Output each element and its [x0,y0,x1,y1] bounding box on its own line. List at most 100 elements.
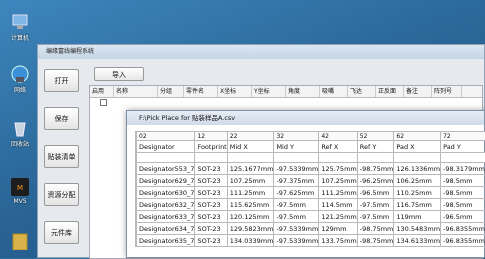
table-cell[interactable]: Designator635_7 [137,235,195,247]
table-cell[interactable]: 115.625mm [227,199,274,211]
table-cell[interactable]: 120.125mm [227,211,274,223]
table-cell[interactable]: -97.5339mm [274,223,319,235]
save-button[interactable]: 保存 [44,107,79,130]
table-cell[interactable]: -96.8355mm [441,223,485,235]
table-cell[interactable]: -97.5mm [357,211,394,223]
table-cell[interactable]: -98.5mm [441,199,485,211]
table-cell[interactable]: 119mm [394,211,441,223]
csv-window-title: F:\Pick Place for 贴装样品A.csv [127,111,484,125]
table-cell[interactable]: -96.5mm [441,211,485,223]
table-row[interactable]: Designator632_7SOT-23115.625mm-97.5mm114… [136,199,485,211]
table-cell[interactable]: SOT-23 [195,211,227,223]
table-cell[interactable]: SOT-23 [195,199,227,211]
header-cell[interactable]: 备注 [404,86,432,97]
header-cell[interactable]: 吸嘴 [320,86,348,97]
table-cell[interactable]: 129.5823mm [227,223,274,235]
table-cell[interactable]: -98.75mm [357,235,394,247]
header-cell[interactable]: Mid X [227,141,274,153]
header-cell[interactable]: X坐标 [218,86,252,97]
header-cell[interactable]: Footprint [195,141,227,153]
table-cell[interactable]: 134.0339mm [227,235,274,247]
desktop-icon-recycle-bin[interactable]: 回收站 [3,118,37,148]
table-cell[interactable]: 126.1336mm [394,163,441,175]
table-cell[interactable]: 130.5483mm [394,223,441,235]
header-cell[interactable]: 正反面 [376,86,404,97]
table-cell[interactable]: 110.25mm [394,187,441,199]
placement-grid-row[interactable] [90,98,482,108]
header-cell[interactable]: 启用 [90,86,114,97]
header-cell[interactable]: 飞达 [348,86,376,97]
header-cell[interactable]: Ref X [319,141,357,153]
table-row[interactable]: Designator634_7SOT-23129.5823mm-97.5339m… [136,223,485,235]
csv-grid[interactable]: 02 12 22 32 42 52 62 72 Designator Footp… [135,131,485,259]
placement-list-button[interactable]: 贴装清单 [44,145,79,168]
header-cell[interactable]: 分组 [158,86,184,97]
table-cell[interactable]: 111.25mm [319,187,357,199]
col-number: 22 [227,132,274,141]
table-cell[interactable]: Designator632_7 [137,199,195,211]
header-cell[interactable]: Pad X [394,141,441,153]
table-row[interactable]: Designator629_7SOT-23107.25mm-97.375mm10… [136,175,485,187]
table-cell[interactable]: SOT-23 [195,235,227,247]
table-cell[interactable]: -98.3179mm [441,163,485,175]
table-cell[interactable]: 107.25mm [319,175,357,187]
header-cell[interactable]: 零件名 [184,86,218,97]
table-cell[interactable]: SOT-23 [195,163,227,175]
table-row[interactable]: Designator630_7SOT-23111.25mm-97.625mm11… [136,187,485,199]
desktop-icon-computer[interactable]: 计算机 [3,12,37,42]
import-button[interactable]: 导入 [94,67,144,81]
table-cell[interactable]: Designator630_7 [137,187,195,199]
table-cell[interactable]: SOT-23 [195,187,227,199]
table-cell[interactable]: -97.625mm [274,187,319,199]
table-cell[interactable]: -97.375mm [274,175,319,187]
table-cell[interactable]: -97.5mm [274,199,319,211]
header-cell[interactable]: 名称 [114,86,158,97]
header-cell[interactable]: Y坐标 [252,86,286,97]
table-cell[interactable]: 129mm [319,223,357,235]
desktop-icon-folder[interactable] [3,230,37,251]
table-cell[interactable]: 116.75mm [394,199,441,211]
table-cell[interactable]: -97.5339mm [274,235,319,247]
header-cell[interactable]: 阵列号 [432,86,462,97]
table-cell[interactable]: 125.75mm [319,163,357,175]
table-cell[interactable]: 134.6133mm [394,235,441,247]
table-cell[interactable]: 133.75mm [319,235,357,247]
table-cell[interactable]: SOT-23 [195,175,227,187]
header-cell[interactable]: Ref Y [357,141,394,153]
table-row[interactable]: Designator553_7SOT-23125.1677mm-97.5339m… [136,163,485,175]
table-cell[interactable]: 111.25mm [227,187,274,199]
desktop-icon-network[interactable]: 网络 [3,64,37,94]
table-cell[interactable]: -96.5mm [357,187,394,199]
table-cell[interactable]: Designator634_7 [137,223,195,235]
resource-allocation-button[interactable]: 资源分配 [44,183,79,206]
table-cell[interactable]: 121.25mm [319,211,357,223]
table-cell[interactable]: Designator553_7 [137,163,195,175]
table-cell[interactable]: 107.25mm [227,175,274,187]
table-cell[interactable]: 125.1677mm [227,163,274,175]
table-cell[interactable]: -98.5mm [441,187,485,199]
table-cell[interactable]: Designator633_7 [137,211,195,223]
header-cell[interactable]: Designator [137,141,195,153]
table-cell[interactable]: 114.5mm [319,199,357,211]
table-row[interactable]: Designator635_7SOT-23134.0339mm-97.5339m… [136,235,485,247]
desktop-icon-mvs[interactable]: M MVS [3,177,37,205]
component-library-button[interactable]: 元件库 [44,221,79,244]
table-cell[interactable]: -96.8355mm [441,235,485,247]
table-cell[interactable]: 106.25mm [394,175,441,187]
header-cell[interactable]: Mid Y [274,141,319,153]
table-cell[interactable]: -98.5mm [441,175,485,187]
table-cell[interactable]: -97.5mm [274,211,319,223]
header-cell[interactable]: Pad Y [441,141,485,153]
table-cell[interactable]: -97.5mm [357,199,394,211]
table-cell[interactable]: -97.5339mm [274,163,319,175]
open-button[interactable]: 打开 [44,69,79,92]
table-cell[interactable]: -96.25mm [357,175,394,187]
table-cell[interactable]: -98.75mm [357,223,394,235]
table-cell[interactable]: -98.75mm [357,163,394,175]
csv-selected-row[interactable] [136,153,485,163]
enable-checkbox[interactable] [100,99,107,106]
table-row[interactable]: Designator633_7SOT-23120.125mm-97.5mm121… [136,211,485,223]
header-cell[interactable]: 角度 [286,86,320,97]
table-cell[interactable]: SOT-23 [195,223,227,235]
table-cell[interactable]: Designator629_7 [137,175,195,187]
